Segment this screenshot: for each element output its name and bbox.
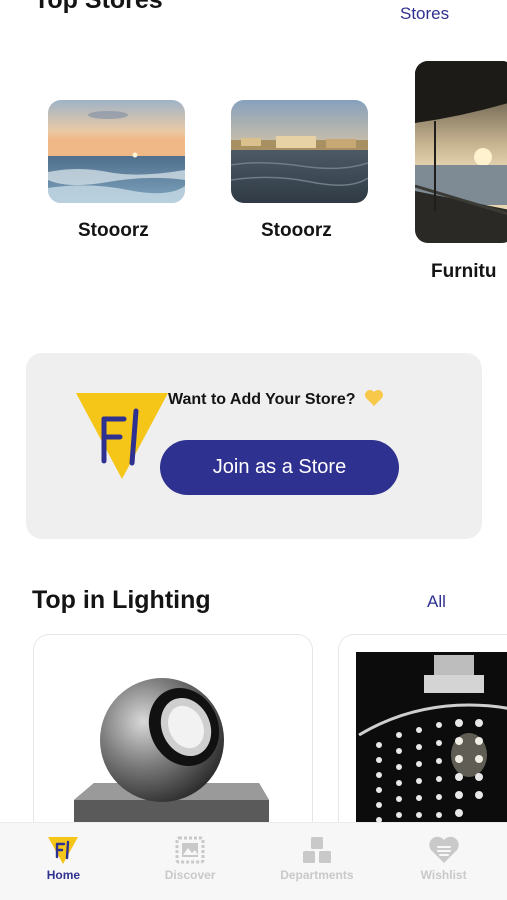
product-card[interactable] (33, 634, 313, 824)
add-store-text: Want to Add Your Store? (168, 391, 356, 408)
nav-label-discover: Discover (164, 868, 216, 882)
lighting-title: Top in Lighting (32, 586, 211, 614)
stamp-icon (174, 835, 206, 865)
crystal-chandelier-image (339, 635, 507, 824)
nav-item-discover[interactable]: Discover (127, 823, 254, 900)
join-as-store-button[interactable]: Join as a Store (160, 440, 399, 495)
store-image (415, 61, 507, 243)
spot-lamp-image (34, 635, 312, 824)
yellow-heart-icon (364, 389, 384, 407)
nav-item-wishlist[interactable]: Wishlist (380, 823, 507, 900)
lighting-see-all-link[interactable]: All (427, 592, 446, 612)
store-card[interactable]: Stooorz (231, 100, 368, 250)
top-stores-carousel[interactable]: Stooorz Stooorz Furnitu (0, 60, 507, 300)
nav-item-home[interactable]: Home (0, 823, 127, 900)
store-name: Furnitu (431, 261, 497, 282)
lighting-carousel[interactable] (0, 634, 507, 824)
nav-label-wishlist: Wishlist (420, 868, 467, 882)
nav-item-departments[interactable]: Departments (254, 823, 381, 900)
add-store-banner: Want to Add Your Store? Join as a Store (26, 353, 482, 539)
store-card[interactable]: Stooorz (48, 100, 185, 250)
home-logo-icon (47, 835, 79, 865)
blocks-icon (301, 835, 333, 865)
heart-list-icon (428, 835, 460, 865)
store-card[interactable]: Furnitu (415, 61, 507, 291)
store-image (48, 100, 185, 203)
brand-logo-icon (74, 391, 170, 481)
store-name: Stooorz (261, 220, 332, 241)
store-name: Stooorz (78, 220, 149, 241)
bottom-nav: Home Discover Departments Wishlist (0, 822, 507, 900)
add-store-prompt: Want to Add Your Store? (168, 389, 384, 409)
product-card[interactable] (338, 634, 507, 824)
nav-label-departments: Departments (280, 868, 354, 882)
top-stores-title: Top Stores (34, 0, 163, 14)
nav-label-home: Home (46, 868, 81, 882)
stores-see-all-link[interactable]: Stores (400, 4, 449, 24)
store-image (231, 100, 368, 203)
